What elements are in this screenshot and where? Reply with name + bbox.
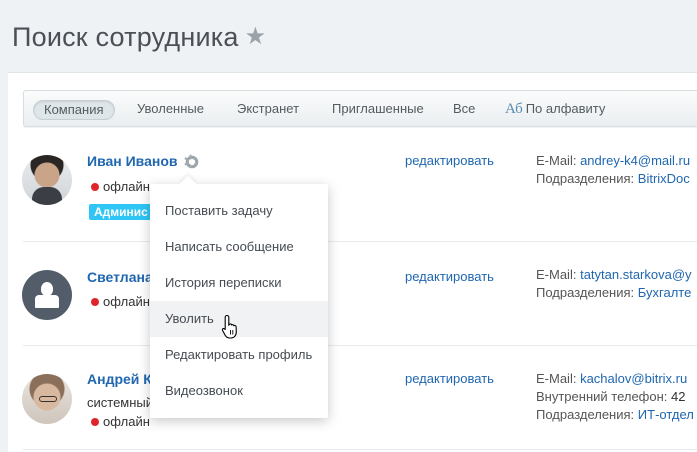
menu-item-edit-profile[interactable]: Редактировать профиль <box>150 337 328 373</box>
email-label: E-Mail: <box>536 267 577 282</box>
row-divider <box>23 449 697 450</box>
dept-link[interactable]: BitrixDoc <box>638 171 690 186</box>
page-title: Поиск сотрудника ★ <box>12 22 266 53</box>
dept-link[interactable]: Бухгалте <box>638 285 692 300</box>
user-info: E-Mail: kachalov@bitrix.ru Внутренний те… <box>536 370 694 424</box>
offline-dot-icon <box>91 298 99 306</box>
tab-invited[interactable]: Приглашенные <box>332 100 424 120</box>
main-content: Компания Уволенные Экстранет Приглашенны… <box>8 72 697 452</box>
user-name-link[interactable]: Андрей К <box>87 371 152 387</box>
row-divider <box>23 241 697 242</box>
dept-label: Подразделения: <box>536 171 635 186</box>
filter-bar: Компания Уволенные Экстранет Приглашенны… <box>23 90 697 127</box>
row-divider <box>23 345 697 346</box>
email-label: E-Mail: <box>536 371 577 386</box>
avatar[interactable] <box>22 374 72 424</box>
menu-item-chat-history[interactable]: История переписки <box>150 265 328 301</box>
user-info: E-Mail: andrey-k4@mail.ru Подразделения:… <box>536 152 690 188</box>
status-offline: офлайн <box>91 414 150 429</box>
email-label: E-Mail: <box>536 153 577 168</box>
edit-link[interactable]: редактировать <box>405 153 494 168</box>
menu-item-assign-task[interactable]: Поставить задачу <box>150 193 328 229</box>
tab-extranet[interactable]: Экстранет <box>237 100 299 120</box>
user-name-link[interactable]: Иван Иванов <box>87 153 178 169</box>
status-text: офлайн <box>103 414 150 429</box>
user-silhouette-icon <box>41 282 53 296</box>
tab-all[interactable]: Все <box>453 100 475 120</box>
phone-label: Внутренний телефон: <box>536 389 668 404</box>
status-text: офлайн <box>103 179 150 194</box>
avatar[interactable] <box>22 270 72 320</box>
status-offline: офлайн <box>91 179 150 194</box>
star-icon[interactable]: ★ <box>245 22 267 51</box>
tab-fired[interactable]: Уволенные <box>137 100 204 120</box>
gear-icon[interactable] <box>183 151 200 173</box>
tab-alphabet-label: По алфавиту <box>525 101 606 116</box>
avatar[interactable] <box>22 155 72 205</box>
email-link[interactable]: andrey-k4@mail.ru <box>580 153 690 168</box>
tab-alphabet[interactable]: Аб По алфавиту <box>505 100 605 120</box>
dept-label: Подразделения: <box>536 285 635 300</box>
status-text: офлайн <box>103 294 150 309</box>
user-info: E-Mail: tatytan.starkova@y Подразделения… <box>536 266 692 302</box>
edit-link[interactable]: редактировать <box>405 371 494 386</box>
hand-cursor-icon <box>221 314 237 339</box>
offline-dot-icon <box>91 183 99 191</box>
page-header: Поиск сотрудника ★ <box>0 0 697 72</box>
dept-label: Подразделения: <box>536 407 635 422</box>
email-link[interactable]: kachalov@bitrix.ru <box>580 371 687 386</box>
dept-link[interactable]: ИТ-отдел <box>638 407 694 422</box>
offline-dot-icon <box>91 418 99 426</box>
user-name-link[interactable]: Светлана <box>87 269 153 285</box>
page-title-text: Поиск сотрудника <box>12 22 239 52</box>
phone-value: 42 <box>671 389 686 404</box>
edit-link[interactable]: редактировать <box>405 269 494 284</box>
admin-badge: Админис <box>89 204 153 220</box>
menu-item-send-message[interactable]: Написать сообщение <box>150 229 328 265</box>
menu-item-video-call[interactable]: Видеозвонок <box>150 373 328 409</box>
email-link[interactable]: tatytan.starkova@y <box>580 267 691 282</box>
tab-company[interactable]: Компания <box>33 100 115 120</box>
status-offline: офлайн <box>91 294 150 309</box>
alphabet-icon: Аб <box>505 101 523 117</box>
user-context-menu: Поставить задачу Написать сообщение Исто… <box>150 184 328 418</box>
user-position: системный <box>87 395 154 410</box>
